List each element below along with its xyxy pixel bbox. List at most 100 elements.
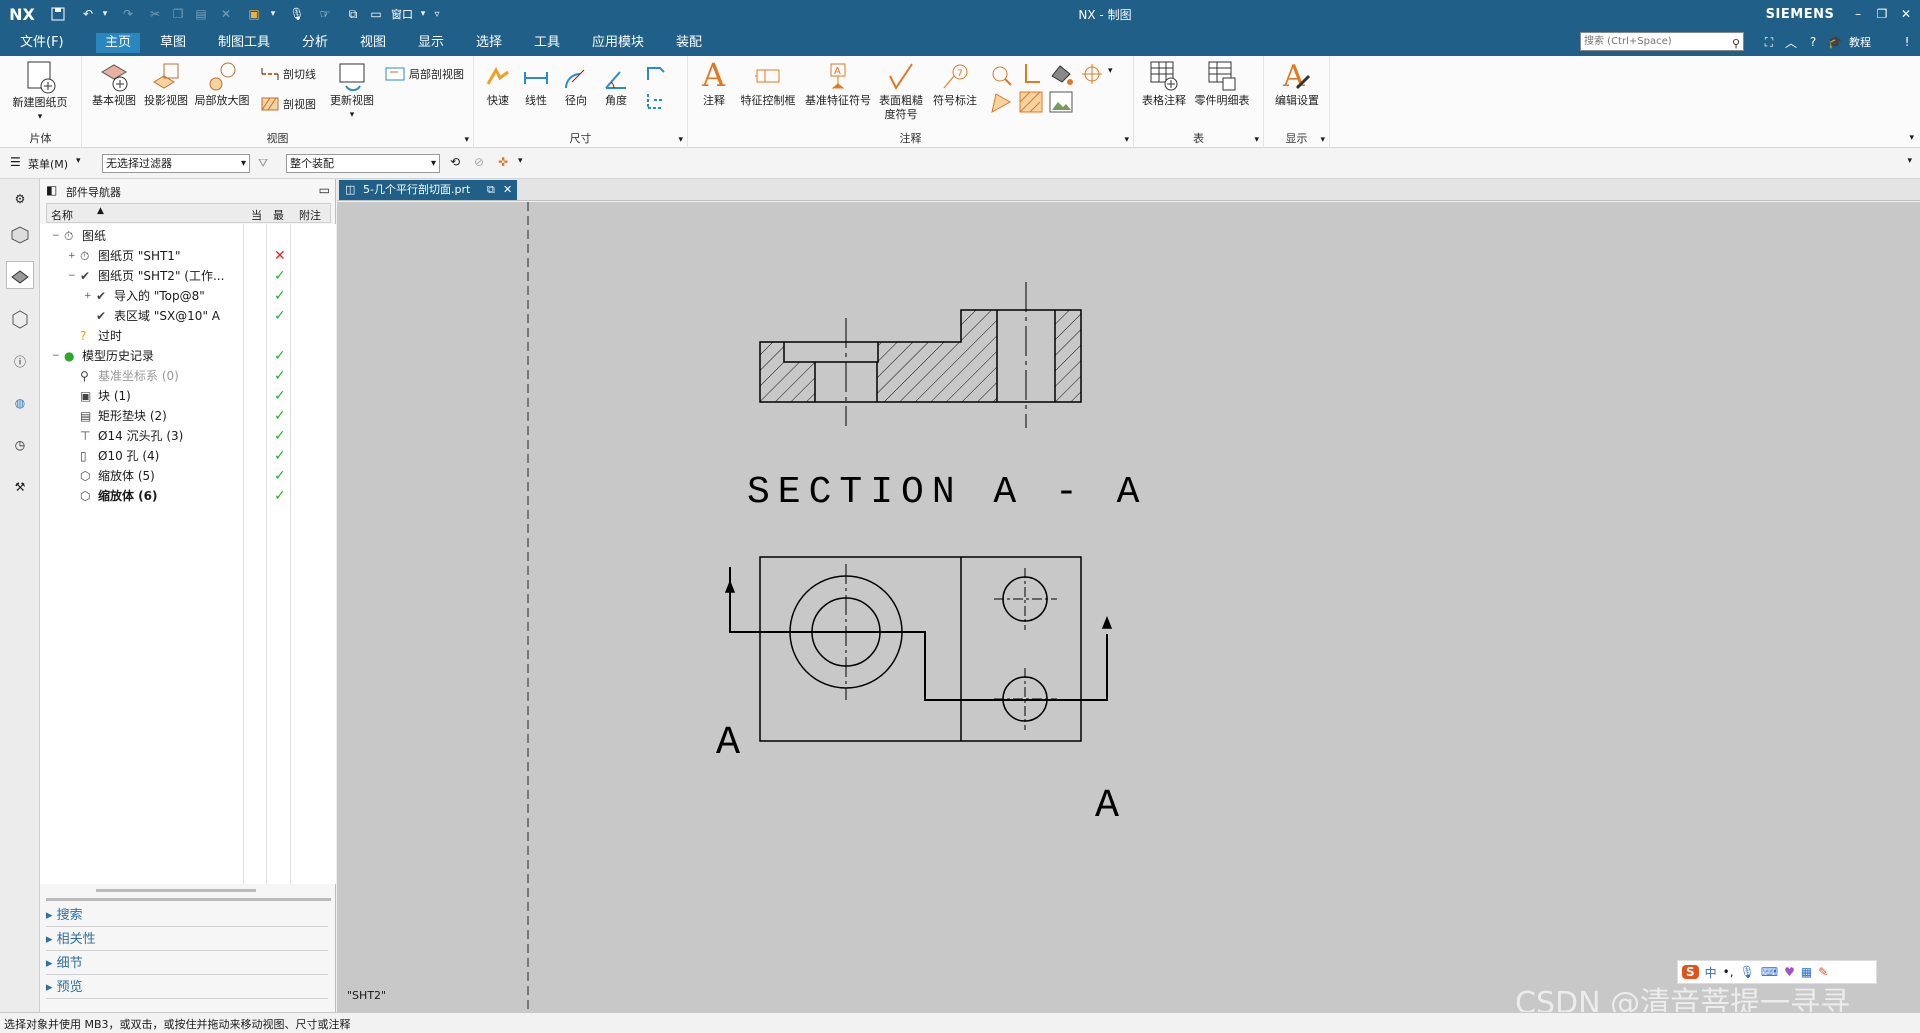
menu-button[interactable]: 菜单(M): [28, 156, 68, 172]
alert-icon[interactable]: !: [1900, 32, 1914, 52]
tabular-note-button[interactable]: 表格注释: [1140, 60, 1188, 108]
window-icon[interactable]: ▭: [367, 4, 385, 24]
tree-row[interactable]: + ⏱ 图纸页 "SHT1" ✕: [46, 246, 331, 266]
column-latest[interactable]: 最: [273, 207, 284, 223]
minimize-icon[interactable]: –: [1848, 4, 1868, 24]
window-menu[interactable]: 窗口: [387, 4, 417, 24]
tutorial-icon[interactable]: 🎓: [1826, 32, 1844, 52]
tab-tools[interactable]: 工具: [526, 33, 568, 53]
command-search-input[interactable]: [1580, 32, 1744, 51]
fcf-button[interactable]: 特征控制框: [736, 62, 800, 108]
help-icon[interactable]: ?: [1804, 32, 1822, 52]
tree-expander-icon[interactable]: −: [68, 266, 76, 286]
paste-icon[interactable]: ▤: [191, 4, 211, 24]
projected-view-button[interactable]: 投影视图: [140, 60, 192, 108]
break-out-section-button[interactable]: 局部剖视图: [384, 66, 464, 82]
linear-dimension-button[interactable]: 线性: [518, 64, 554, 108]
history-icon[interactable]: ◷: [6, 431, 34, 459]
panel-dependencies[interactable]: ▸ 相关性: [46, 929, 328, 951]
tab-assemblies[interactable]: 装配: [668, 33, 710, 53]
section-view-button[interactable]: 剖视图: [260, 96, 316, 112]
menu-file[interactable]: 文件(F): [12, 33, 72, 53]
tab-selection[interactable]: 选择: [468, 33, 510, 53]
rapid-dimension-button[interactable]: 快速: [480, 64, 516, 108]
tree-expander-icon[interactable]: +: [68, 246, 76, 266]
selection-scope-dropdown[interactable]: 整个装配: [286, 154, 440, 173]
tree-row[interactable]: ? 过时: [46, 326, 331, 346]
customize-icon[interactable]: ▿: [430, 4, 444, 24]
tree-row[interactable]: − ✔ 图纸页 "SHT2" (工作... ✓: [46, 266, 331, 286]
snap-dropdown-icon[interactable]: ▾: [518, 156, 523, 166]
panel-splitter[interactable]: [46, 898, 331, 901]
tree-row[interactable]: ▯ Ø10 孔 (4) ✓: [46, 446, 331, 466]
delete-icon[interactable]: ✕: [216, 4, 236, 24]
datum-feature-button[interactable]: A 基准特征符号: [802, 62, 874, 108]
horizontal-scrollbar[interactable]: [96, 889, 256, 892]
menu-icon[interactable]: ☰: [10, 155, 21, 169]
surface-finish-button[interactable]: 表面粗糙度符号: [876, 62, 926, 122]
tab-sketch[interactable]: 草图: [152, 33, 194, 53]
weld-symbol-icon[interactable]: [1018, 62, 1044, 89]
note-button[interactable]: A 注释: [694, 58, 734, 108]
undo-dropdown-icon[interactable]: ▾: [100, 4, 110, 24]
tree-row[interactable]: − ⏱ 图纸: [46, 226, 331, 246]
tree-row[interactable]: + ✔ 导入的 "Top@8" ✓: [46, 286, 331, 306]
web-browser-icon[interactable]: ◍: [6, 389, 34, 417]
tab-close-icon[interactable]: ✕: [503, 180, 512, 200]
panel-preview[interactable]: ▸ 预览: [46, 977, 328, 999]
group-table-dropdown-icon[interactable]: ▾: [1254, 135, 1259, 145]
tree-expander-icon[interactable]: −: [52, 346, 60, 366]
angular-dimension-button[interactable]: 角度: [598, 64, 634, 108]
fullscreen-icon[interactable]: ⛶: [1760, 32, 1778, 52]
close-icon[interactable]: ✕: [1896, 4, 1916, 24]
parts-list-button[interactable]: 零件明细表: [1192, 60, 1252, 108]
ribbon-collapse-icon[interactable]: ︿: [1782, 32, 1800, 52]
tree-row[interactable]: ⬡ 缩放体 (6) ✓: [46, 486, 331, 506]
base-view-button[interactable]: 基本视图: [88, 60, 140, 108]
tree-expander-icon[interactable]: +: [84, 286, 92, 306]
tree-row[interactable]: ▤ 矩形垫块 (2) ✓: [46, 406, 331, 426]
tab-applications[interactable]: 应用模块: [584, 33, 652, 53]
ordinate-dimension-icon[interactable]: [644, 90, 668, 115]
copy-icon[interactable]: ❐: [168, 4, 188, 24]
deselect-icon[interactable]: ⊘: [474, 155, 484, 169]
detail-view-button[interactable]: 局部放大图: [192, 60, 252, 108]
group-display-dropdown-icon[interactable]: ▾: [1320, 135, 1325, 145]
selbar-options-icon[interactable]: ▾: [1907, 156, 1912, 166]
panel-details[interactable]: ▸ 细节: [46, 953, 328, 975]
tree-expander-icon[interactable]: −: [52, 226, 60, 246]
image-icon[interactable]: [1048, 90, 1074, 117]
section-arrow-label-right[interactable]: A: [1095, 784, 1119, 829]
area-fill-icon[interactable]: [1048, 62, 1074, 89]
maximize-panel-icon[interactable]: ▭: [319, 183, 330, 197]
tree-row[interactable]: − ● 模型历史记录 ✓: [46, 346, 331, 366]
column-name[interactable]: 名称: [51, 207, 73, 223]
type-filter-dropdown[interactable]: 无选择过滤器: [102, 154, 250, 173]
part-navigator-icon[interactable]: [6, 261, 34, 289]
section-line-button[interactable]: 剖切线: [260, 66, 316, 82]
save-icon[interactable]: [48, 4, 68, 24]
update-view-button[interactable]: 更新视图 ▾: [326, 60, 378, 122]
tab-home[interactable]: 主页: [96, 33, 140, 53]
undo-icon[interactable]: ↶: [78, 4, 98, 24]
sort-ascending-icon[interactable]: ▲: [97, 206, 104, 216]
switch-window-icon[interactable]: ⧉: [343, 4, 363, 24]
skin-icon[interactable]: ♥: [1784, 965, 1795, 979]
cut-icon[interactable]: ✂: [145, 4, 165, 24]
chamfer-dimension-icon[interactable]: [644, 62, 668, 87]
tutorial-link[interactable]: 教程: [1844, 32, 1876, 52]
reuse-library-icon[interactable]: [6, 305, 34, 333]
hd3d-tools-icon[interactable]: ⓘ: [6, 347, 34, 375]
roles-icon[interactable]: ⚒: [6, 473, 34, 501]
command-finder-icon[interactable]: ▣: [244, 4, 264, 24]
group-annotation-dropdown-icon[interactable]: ▾: [1124, 135, 1129, 145]
column-notes[interactable]: 附注: [299, 207, 321, 223]
keyboard-icon[interactable]: ⌨: [1761, 965, 1778, 979]
dropdown-icon[interactable]: ▾: [268, 4, 278, 24]
new-sheet-button[interactable]: 新建图纸页 ▾: [8, 60, 72, 124]
search-icon[interactable]: ⚲: [1728, 33, 1744, 53]
tree-row[interactable]: ⬡ 缩放体 (5) ✓: [46, 466, 331, 486]
settings-icon[interactable]: ⚙: [6, 185, 34, 213]
crosshatch-icon[interactable]: [1018, 90, 1044, 117]
section-title[interactable]: SECTION A - A: [747, 471, 1147, 514]
